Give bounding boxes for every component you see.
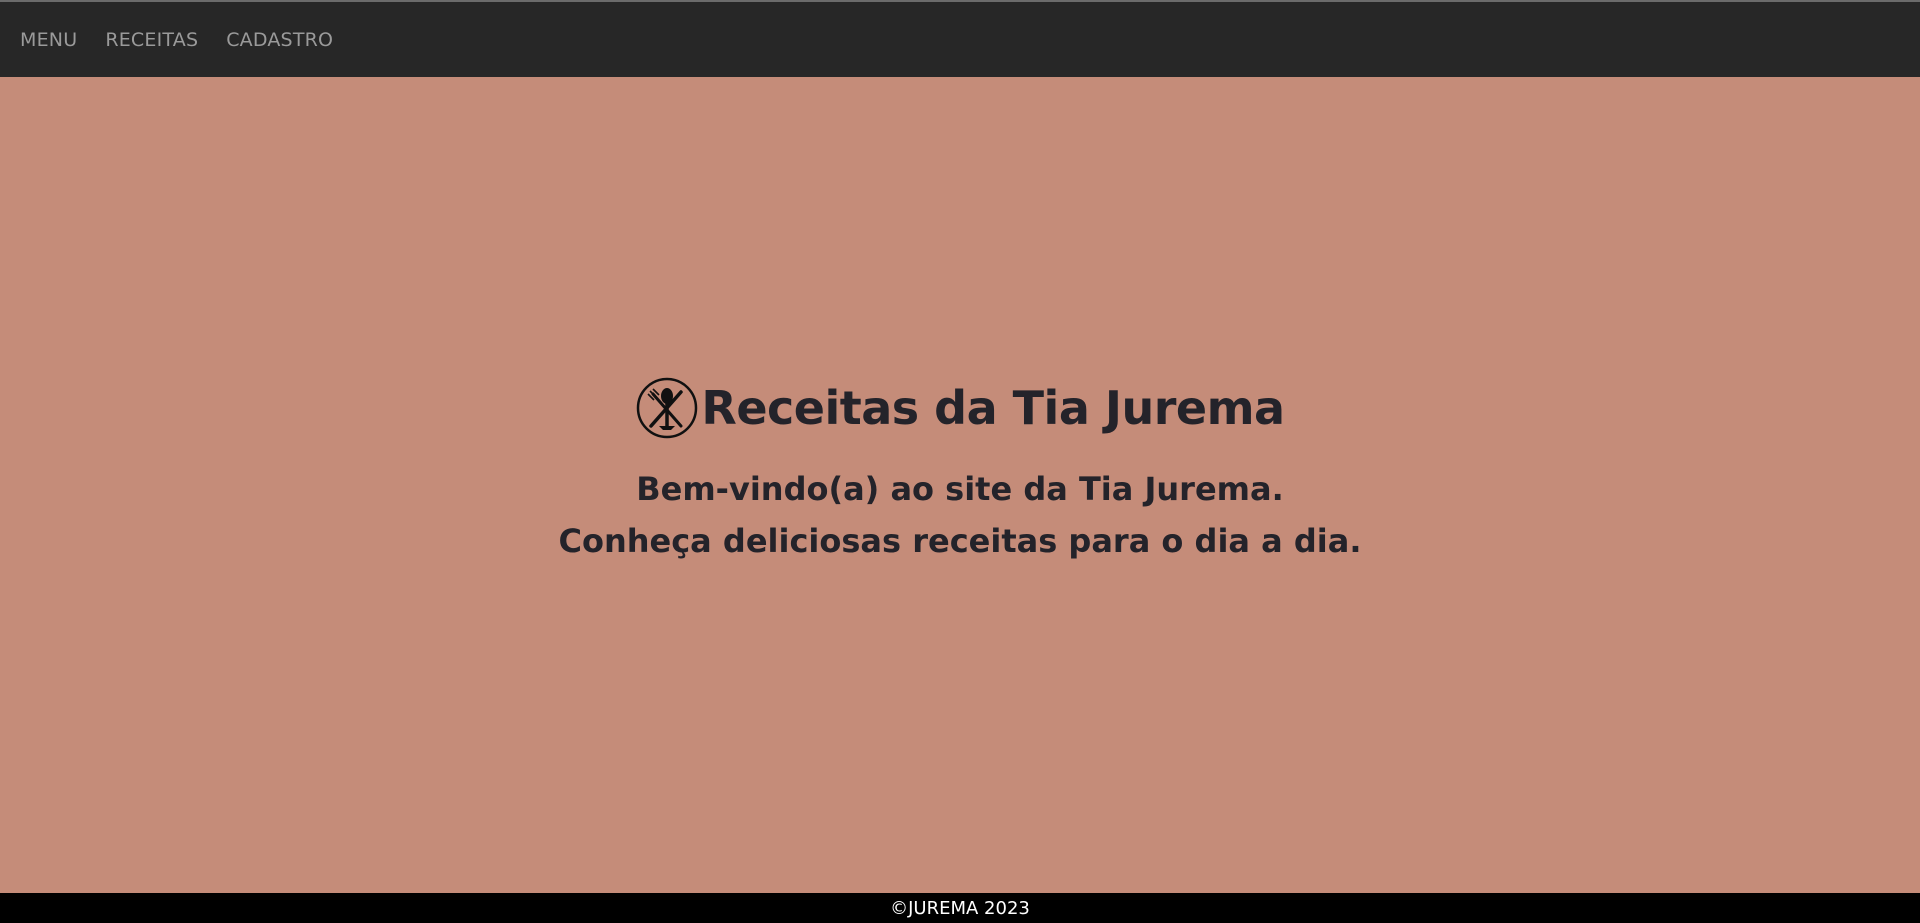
navbar: MENU RECEITAS CADASTRO (0, 2, 1920, 77)
page-title: Receitas da Tia Jurema (701, 381, 1285, 435)
fork-spoon-knife-icon (637, 377, 698, 439)
footer: ©JUREMA 2023 (0, 893, 1920, 923)
nav-link-receitas[interactable]: RECEITAS (105, 29, 198, 51)
welcome-text: Bem-vindo(a) ao site da Tia Jurema. Conh… (0, 463, 1920, 567)
nav-link-menu[interactable]: MENU (20, 29, 77, 51)
welcome-line-1: Bem-vindo(a) ao site da Tia Jurema. (636, 470, 1284, 508)
title-row: Receitas da Tia Jurema (0, 373, 1920, 443)
copyright-text: ©JUREMA 2023 (890, 897, 1030, 919)
hero-section: Receitas da Tia Jurema Bem-vindo(a) ao s… (0, 373, 1920, 567)
welcome-line-2: Conheça deliciosas receitas para o dia a… (558, 522, 1362, 560)
nav-link-cadastro[interactable]: CADASTRO (226, 29, 333, 51)
main-content: Receitas da Tia Jurema Bem-vindo(a) ao s… (0, 77, 1920, 893)
